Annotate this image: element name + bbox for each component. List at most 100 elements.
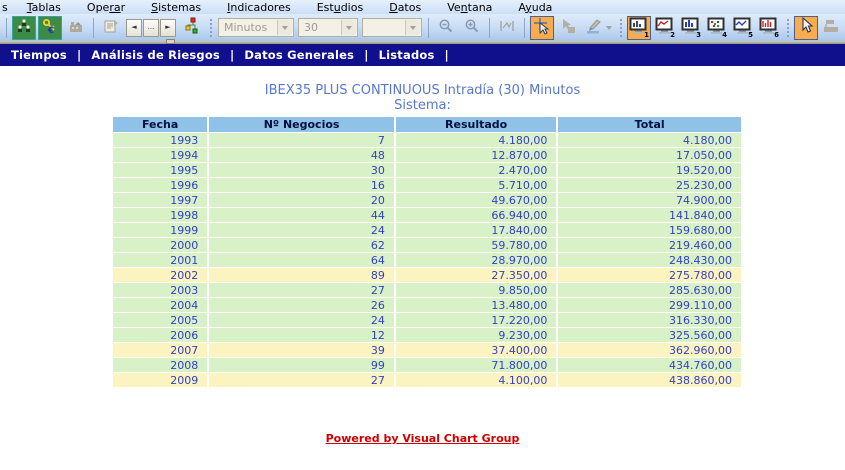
chart-type-number: 6 [774,30,779,39]
tab-separator: | [364,48,369,62]
table-row: 1998 44 66.940,00 141.840,00 [113,208,741,222]
cell-resultado: 71.800,00 [395,358,557,372]
compress-scale-button[interactable] [495,16,519,40]
cell-negocios: 62 [209,238,394,252]
nav-prev-button[interactable]: ◄ [126,18,142,37]
cell-fecha: 2003 [113,283,208,297]
cell-resultado: 66.940,00 [395,208,557,222]
key-euro-icon: € [42,18,58,38]
draw-pen-button[interactable] [582,16,614,40]
tab-separator: | [76,48,82,62]
menu-item-sistemas[interactable]: Sistemas [138,1,214,14]
chart-type-2-button[interactable]: 2 [653,16,677,40]
chart-type-4-button[interactable]: 4 [705,16,729,40]
tab-análisis-de-riesgos[interactable]: Análisis de Riesgos [88,48,223,62]
zoom-in-button[interactable] [460,16,484,40]
cell-resultado: 2.470,00 [395,163,557,177]
select-arrow-button[interactable] [794,15,818,40]
cell-resultado: 9.850,00 [395,283,557,297]
cell-fecha: 2001 [113,253,208,267]
dropdown-value: Minutos [224,21,268,34]
cell-fecha: 1997 [113,193,208,207]
cell-fecha: 2005 [113,313,208,327]
cell-negocios: 7 [209,133,394,147]
menu-item-tablas[interactable]: Tablas [14,1,74,14]
cell-negocios: 99 [209,358,394,372]
cell-negocios: 20 [209,193,394,207]
cell-resultado: 4.100,00 [395,373,557,387]
chart-type-3-button[interactable]: 3 [679,16,703,40]
menu-item-estudios[interactable]: Estudios [304,1,376,14]
chart-type-number: 1 [644,30,649,39]
pointer-select-button[interactable] [556,16,580,40]
toolbar-separator [6,17,7,38]
toolbar-separator [93,17,94,38]
market-depth-button[interactable] [64,16,88,40]
crosshair-tool-button[interactable] [530,15,554,40]
cell-resultado: 59.780,00 [395,238,557,252]
chart-type-number: 3 [696,30,701,39]
strategy-signals-button[interactable] [180,16,204,40]
cell-negocios: 30 [209,163,394,177]
compression-count-dropdown[interactable]: 30 [298,18,358,37]
cell-total: 362.960,00 [558,343,741,357]
menu-item-cut[interactable]: s [0,1,14,14]
building-icon [68,18,84,38]
zoom-in-icon [464,18,480,38]
toolbar: € ◄ ... ► Minutos 30 1 2 3 4 5 6 [0,14,845,41]
chart-type-number: 5 [748,30,753,39]
cell-resultado: 9.230,00 [395,328,557,342]
menu-item-ayuda[interactable]: Ayuda [505,1,565,14]
tab-listados[interactable]: Listados [376,48,438,62]
cell-negocios: 39 [209,343,394,357]
cell-negocios: 48 [209,148,394,162]
compression-units-dropdown[interactable]: Minutos [218,18,294,37]
tab-separator: | [229,48,235,62]
table-row: 1999 24 17.840,00 159.680,00 [113,223,741,237]
trading-accounts-button[interactable] [12,15,36,40]
cell-fecha: 1995 [113,163,208,177]
extra-dropdown[interactable] [362,18,422,37]
signals-tree-icon [185,17,200,38]
chevron-down-icon [341,20,356,35]
cell-resultado: 13.480,00 [395,298,557,312]
properties-sheet-icon [103,18,120,38]
menu-item-operar[interactable]: Operar [74,1,138,14]
cell-negocios: 24 [209,223,394,237]
cell-fecha: 2000 [113,238,208,252]
cell-fecha: 1998 [113,208,208,222]
cell-total: 17.050,00 [558,148,741,162]
broker-key-button[interactable]: € [38,15,62,40]
pin-object-button[interactable] [820,16,844,40]
cell-negocios: 27 [209,283,394,297]
table-row: 2006 12 9.230,00 325.560,00 [113,328,741,342]
properties-button[interactable] [99,16,123,40]
powered-by-link[interactable]: Powered by Visual Chart Group [326,432,520,445]
menu-item-datos[interactable]: Datos [376,1,434,14]
cell-fecha: 2008 [113,358,208,372]
cell-negocios: 27 [209,373,394,387]
menu-item-ventana[interactable]: Ventana [434,1,505,14]
table-row: 1993 7 4.180,00 4.180,00 [113,133,741,147]
chart-type-1-button[interactable]: 1 [627,15,651,40]
nav-next-button[interactable]: ► [160,18,176,37]
table-header-row: Fecha Nº Negocios Resultado Total [113,117,741,132]
tab-tiempos[interactable]: Tiempos [8,48,70,62]
cell-fecha: 2007 [113,343,208,357]
menu-item-indicadores[interactable]: Indicadores [214,1,304,14]
compress-scale-icon [499,18,515,37]
chart-type-5-button[interactable]: 5 [731,16,755,40]
nav-more-button[interactable]: ... [143,18,159,37]
cell-total: 438.860,00 [558,373,741,387]
cell-resultado: 17.840,00 [395,223,557,237]
cell-total: 285.630,00 [558,283,741,297]
chart-type-6-button[interactable]: 6 [757,16,781,40]
tab-datos-generales[interactable]: Datos Generales [241,48,357,62]
chevron-down-icon [405,20,420,35]
dropdown-value: 30 [304,21,318,34]
chevron-down-icon [606,25,612,30]
zoom-out-button[interactable] [434,16,458,40]
cell-negocios: 24 [209,313,394,327]
pointer-box-icon [559,18,577,38]
cell-resultado: 27.350,00 [395,268,557,282]
